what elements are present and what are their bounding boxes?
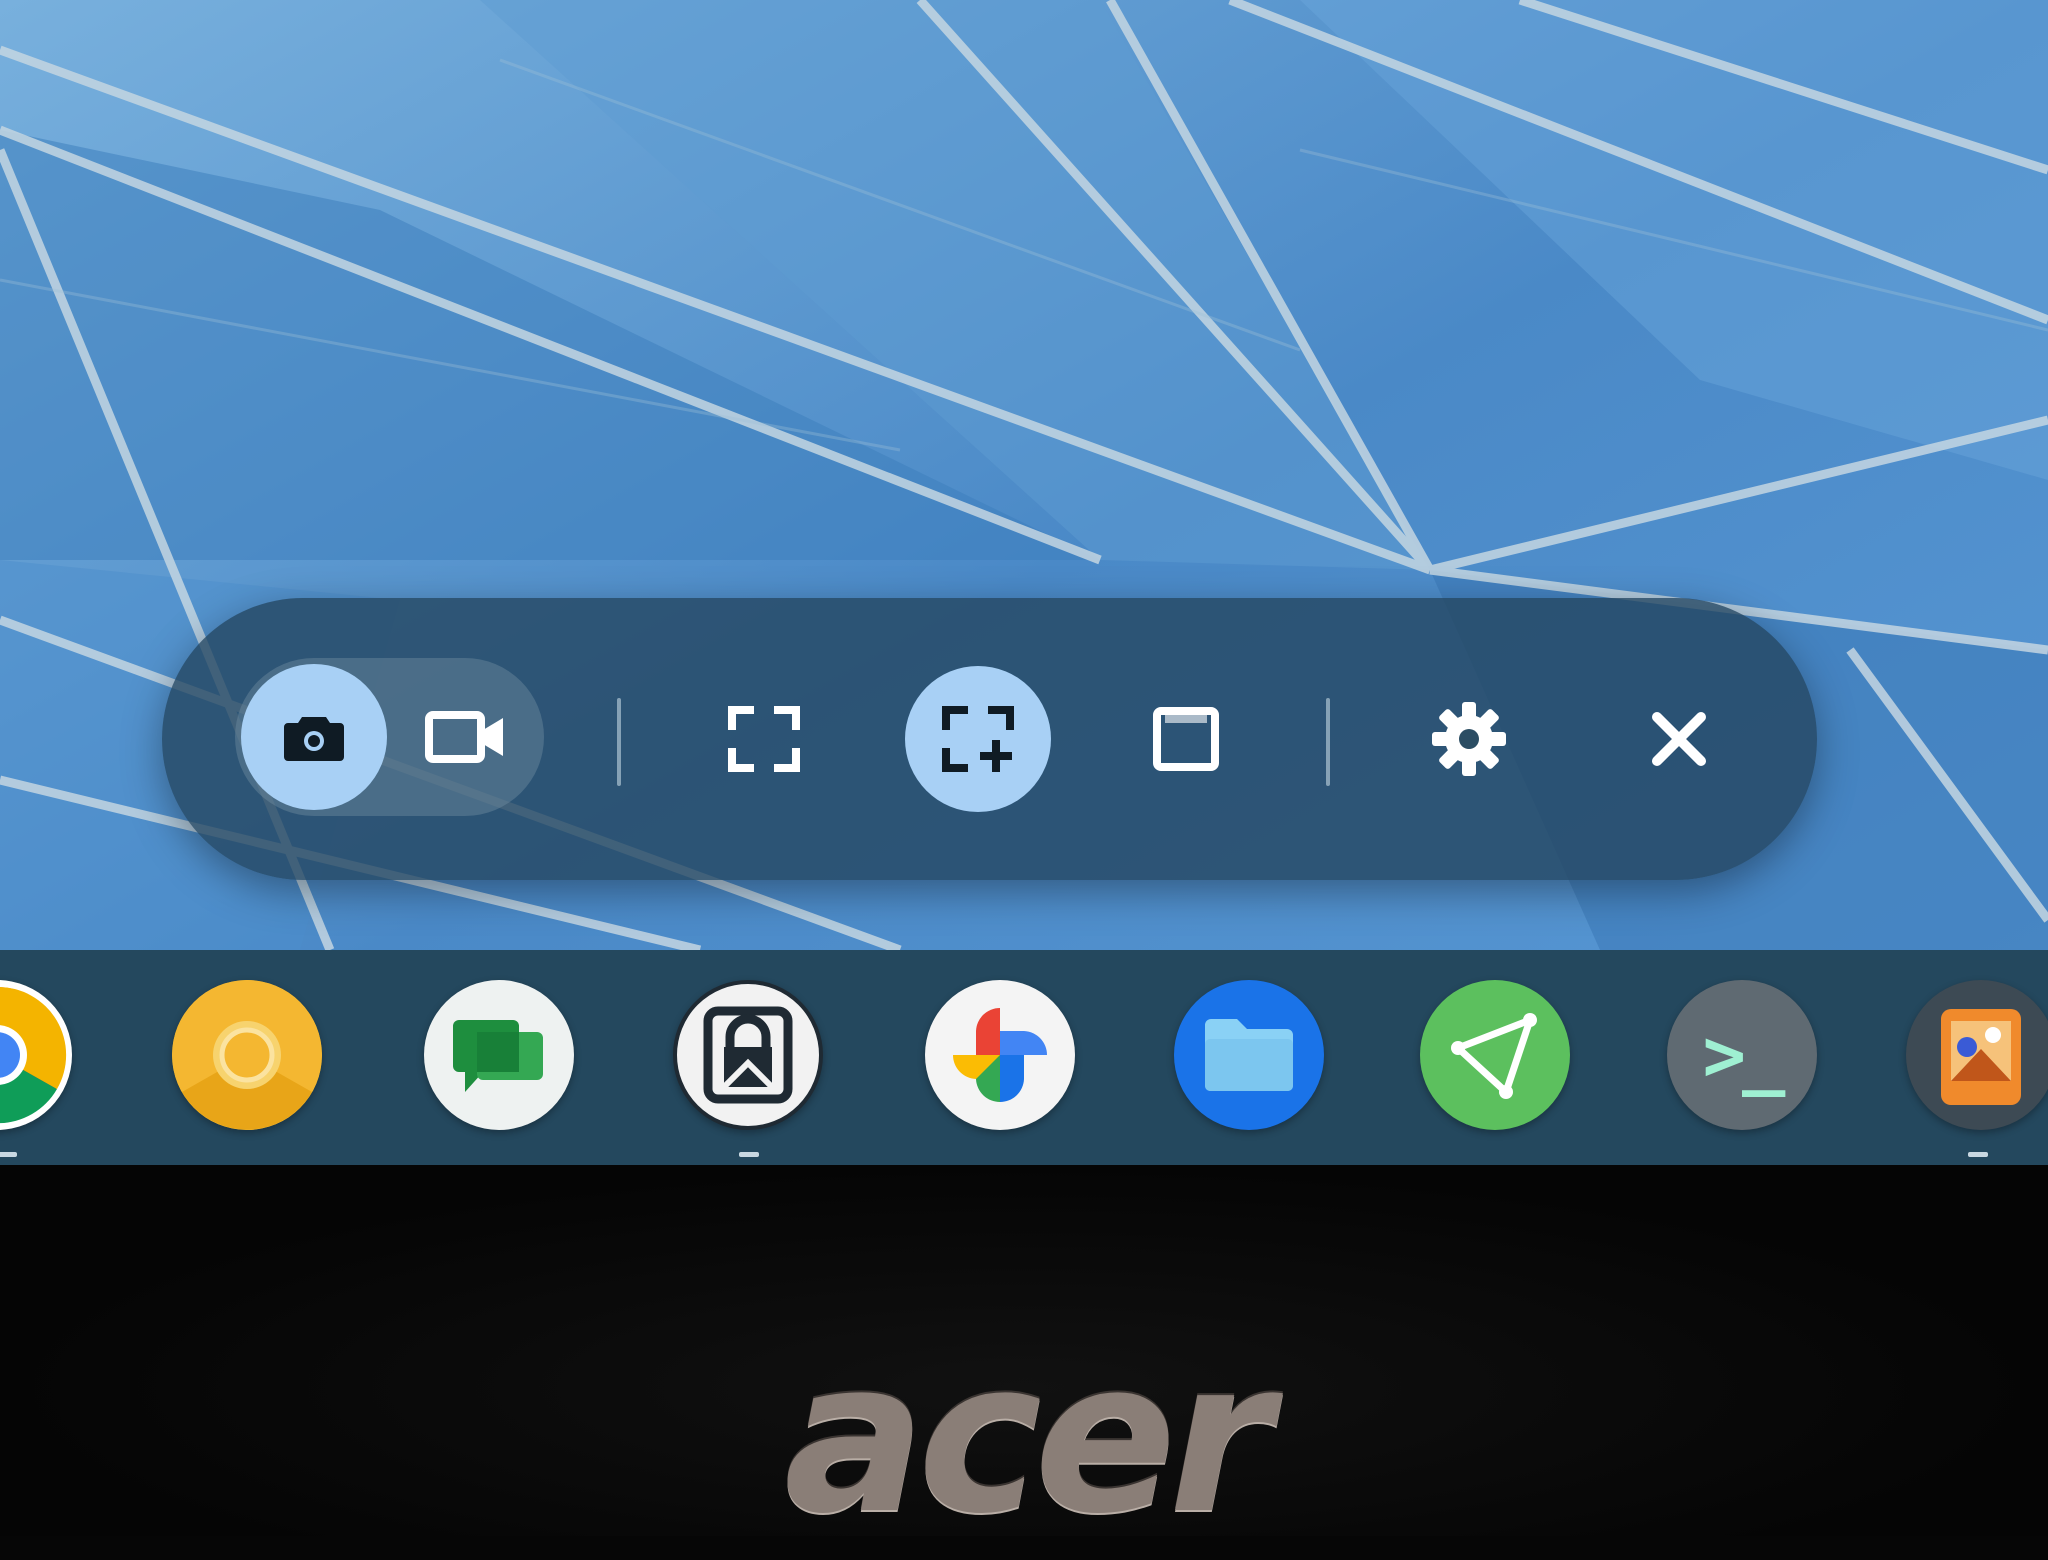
close-icon xyxy=(1652,712,1706,766)
fullscreen-icon xyxy=(728,706,800,772)
screen-record-mode-button[interactable] xyxy=(393,664,539,810)
chrome-icon xyxy=(0,987,67,1124)
close-capture-button[interactable] xyxy=(1606,666,1752,812)
shelf-app-secure-mail[interactable] xyxy=(673,980,823,1130)
photos-pinwheel-icon xyxy=(953,1008,1047,1102)
settings-button[interactable] xyxy=(1396,666,1542,812)
toolbar-divider xyxy=(1326,698,1330,786)
partial-capture-button[interactable] xyxy=(905,666,1051,812)
chat-icon xyxy=(453,1020,543,1092)
shelf-app-vectornator[interactable] xyxy=(1420,980,1570,1130)
partial-screen-icon xyxy=(942,706,1014,772)
running-indicator xyxy=(1968,1152,1988,1157)
chrome-canary-icon xyxy=(172,980,322,1130)
triangle-nodes-icon xyxy=(1451,1013,1537,1099)
shelf-app-art[interactable] xyxy=(1906,980,2048,1130)
shelf-app-google-photos[interactable] xyxy=(925,980,1075,1130)
capture-mode-bar xyxy=(162,598,1817,880)
shelf-app-files[interactable] xyxy=(1174,980,1324,1130)
screenshot-mode-button[interactable] xyxy=(241,664,387,810)
shelf-app-chrome-canary[interactable] xyxy=(172,980,322,1130)
lock-mail-icon xyxy=(703,1006,793,1104)
capture-type-toggle xyxy=(235,658,544,816)
shelf-app-google-chat[interactable] xyxy=(424,980,574,1130)
running-indicator xyxy=(739,1152,759,1157)
terminal-prompt-icon: >_ xyxy=(1702,1013,1786,1097)
window-capture-button[interactable] xyxy=(1113,666,1259,812)
running-indicator xyxy=(0,1152,17,1157)
folder-icon xyxy=(1205,1019,1293,1091)
gear-icon xyxy=(1432,702,1506,776)
shelf-app-terminal[interactable]: >_ xyxy=(1667,980,1817,1130)
shelf: >_ xyxy=(0,950,2048,1165)
camera-icon xyxy=(284,717,344,761)
videocam-icon xyxy=(425,711,503,763)
window-icon xyxy=(1153,707,1219,771)
toolbar-divider xyxy=(617,698,621,786)
fullscreen-capture-button[interactable] xyxy=(691,666,837,812)
shelf-app-chrome[interactable] xyxy=(0,980,72,1130)
brand-logo: acer xyxy=(783,1315,1272,1560)
desktop-screen: >_ xyxy=(0,0,2048,1165)
painting-icon xyxy=(1941,1009,2021,1105)
